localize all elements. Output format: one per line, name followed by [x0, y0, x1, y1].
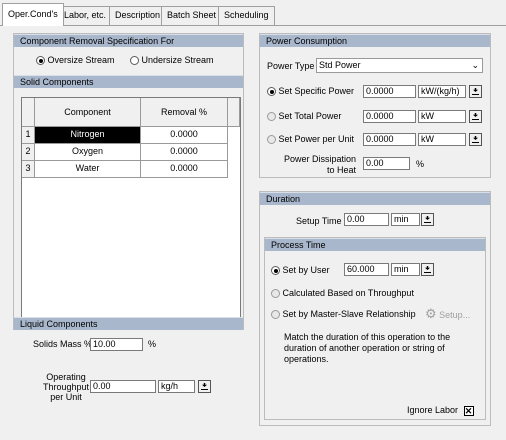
tab-label: Description: [115, 10, 161, 20]
throughput-label-line3: per Unit: [50, 392, 82, 402]
component-cell[interactable]: Water: [35, 161, 141, 178]
set-by-user-radio[interactable]: [271, 266, 280, 276]
ignore-labor-option[interactable]: Ignore Labor ✕: [407, 405, 474, 416]
grid-corner: [22, 98, 35, 127]
chevron-down-icon: ⌄: [471, 60, 479, 70]
power-type-label: Power Type: [267, 61, 315, 71]
power-dissipation-label: Power Dissipation to Heat: [284, 154, 356, 176]
tab-labor[interactable]: Labor, etc.: [58, 6, 113, 25]
specific-power-input[interactable]: 0.0000: [363, 85, 416, 98]
gears-icon: ⚙: [425, 306, 437, 321]
setup-button-label: Setup...: [439, 310, 471, 320]
set-by-user-label: Set by User: [282, 265, 330, 275]
component-removal-header: Component Removal Specification For: [14, 34, 243, 47]
tab-label: Labor, etc.: [64, 10, 107, 20]
setup-time-label: Setup Time: [296, 216, 342, 226]
oversize-label: Oversize Stream: [47, 55, 115, 65]
specific-power-radio[interactable]: [267, 87, 276, 97]
solid-components-grid[interactable]: Component Removal % 1 Nitrogen 0.0000 2 …: [21, 97, 241, 327]
tab-label: Scheduling: [224, 10, 269, 20]
throughput-label-line2: Throughput: [42, 382, 90, 392]
power-dissipation-unit: %: [416, 159, 425, 169]
throughput-unit-dropdown-icon[interactable]: [198, 380, 211, 393]
solids-mass-input[interactable]: 10.00: [90, 338, 143, 351]
master-slave-label: Set by Master-Slave Relationship: [282, 309, 416, 319]
power-consumption-header: Power Consumption: [260, 34, 490, 47]
setup-button[interactable]: ⚙ Setup...: [425, 306, 470, 322]
master-slave-note: Match the duration of this operation to …: [284, 332, 451, 364]
tab-oper-conds[interactable]: Oper.Cond's: [2, 3, 64, 26]
throughput-based-label: Calculated Based on Throughput: [282, 288, 414, 298]
master-slave-option[interactable]: Set by Master-Slave Relationship: [271, 309, 416, 320]
solid-components-header: Solid Components: [14, 75, 243, 88]
power-dissipation-input[interactable]: 0.00: [363, 157, 410, 170]
set-by-user-option[interactable]: Set by User: [271, 265, 330, 276]
setup-time-unit-dropdown-icon[interactable]: [421, 213, 434, 226]
removal-cell[interactable]: 0.0000: [141, 161, 228, 178]
grid-header-filler: [228, 98, 240, 127]
setup-time-input[interactable]: 0.00: [344, 213, 389, 226]
total-power-input[interactable]: 0.0000: [363, 110, 416, 123]
throughput-label-line1: Operating: [46, 372, 86, 382]
power-per-unit-option[interactable]: Set Power per Unit: [267, 134, 355, 145]
specific-power-label: Set Specific Power: [278, 86, 355, 96]
total-power-label: Set Total Power: [278, 111, 342, 121]
solids-mass-label: Solids Mass %: [33, 339, 93, 349]
process-time-unit-dropdown-icon[interactable]: [421, 263, 434, 276]
process-time-unit[interactable]: min: [391, 263, 420, 276]
total-power-unit[interactable]: kW: [418, 110, 466, 123]
row-index: 1: [22, 127, 35, 144]
power-per-unit-dropdown-icon[interactable]: [469, 133, 482, 146]
undersize-radio[interactable]: [130, 56, 139, 66]
tab-label: Oper.Cond's: [8, 9, 58, 19]
power-dissipation-label-line2: to Heat: [326, 165, 356, 175]
throughput-based-option[interactable]: Calculated Based on Throughput: [271, 288, 414, 299]
oper-conds-page: Component Removal Specification For Over…: [0, 26, 506, 440]
ignore-labor-label: Ignore Labor: [407, 405, 459, 415]
oversize-option[interactable]: Oversize Stream: [36, 55, 115, 66]
throughput-unit[interactable]: kg/h: [158, 380, 195, 393]
duration-header: Duration: [260, 192, 490, 205]
tab-description[interactable]: Description: [109, 6, 167, 25]
specific-power-unit[interactable]: kW/(kg/h): [418, 85, 466, 98]
power-type-value: Std Power: [319, 60, 361, 70]
tab-label: Batch Sheet: [167, 10, 217, 20]
power-per-unit-unit[interactable]: kW: [418, 133, 466, 146]
column-header-component[interactable]: Component: [35, 98, 141, 127]
process-time-header: Process Time: [265, 238, 485, 251]
undersize-label: Undersize Stream: [141, 55, 214, 65]
removal-cell[interactable]: 0.0000: [141, 127, 228, 144]
setup-time-unit[interactable]: min: [391, 213, 420, 226]
undersize-option[interactable]: Undersize Stream: [130, 55, 214, 66]
specific-power-option[interactable]: Set Specific Power: [267, 86, 355, 97]
tab-batch-sheet[interactable]: Batch Sheet: [161, 6, 223, 25]
power-per-unit-radio[interactable]: [267, 135, 276, 145]
component-cell[interactable]: Oxygen: [35, 144, 141, 161]
removal-cell[interactable]: 0.0000: [141, 144, 228, 161]
row-index: 2: [22, 144, 35, 161]
power-per-unit-label: Set Power per Unit: [278, 134, 355, 144]
power-per-unit-input[interactable]: 0.0000: [363, 133, 416, 146]
row-index: 3: [22, 161, 35, 178]
total-power-option[interactable]: Set Total Power: [267, 111, 342, 122]
component-cell[interactable]: Nitrogen: [35, 127, 141, 144]
throughput-input[interactable]: 0.00: [90, 380, 156, 393]
oversize-radio[interactable]: [36, 56, 45, 66]
master-slave-radio[interactable]: [271, 310, 280, 320]
solids-mass-unit: %: [148, 339, 157, 349]
total-power-unit-dropdown-icon[interactable]: [469, 110, 482, 123]
throughput-label: Operating Throughput per Unit: [41, 372, 91, 402]
specific-power-unit-dropdown-icon[interactable]: [469, 85, 482, 98]
throughput-based-radio[interactable]: [271, 289, 280, 299]
liquid-components-header: Liquid Components: [14, 317, 243, 330]
ignore-labor-checkbox[interactable]: ✕: [463, 405, 474, 416]
power-type-select[interactable]: Std Power ⌄: [316, 58, 483, 73]
column-header-removal[interactable]: Removal %: [141, 98, 228, 127]
process-time-input[interactable]: 60.000: [344, 263, 389, 276]
power-dissipation-label-line1: Power Dissipation: [284, 154, 357, 164]
tab-scheduling[interactable]: Scheduling: [218, 6, 275, 25]
total-power-radio[interactable]: [267, 112, 276, 122]
